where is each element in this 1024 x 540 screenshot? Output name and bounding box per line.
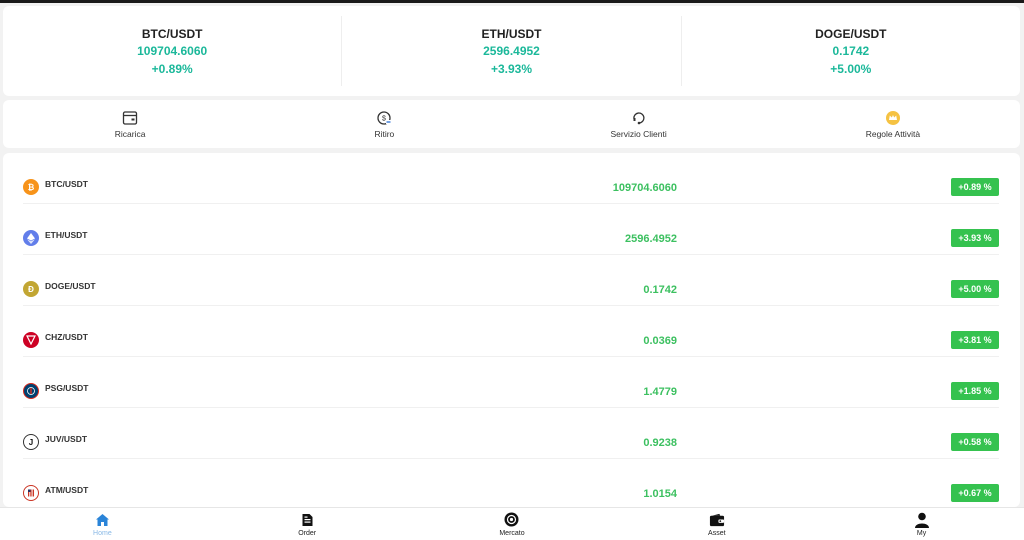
ticker-price: 0.1742 xyxy=(832,43,870,58)
svg-text:$: $ xyxy=(382,116,386,123)
change-badge[interactable]: +3.81 % xyxy=(951,331,999,349)
market-row-doge[interactable]: Ð DOGE/USDT 0.1742 +5.00 % xyxy=(23,255,999,306)
market-pair: CHZ/USDT xyxy=(45,332,88,342)
nav-order[interactable]: Order xyxy=(205,508,410,540)
market-pair: ETH/USDT xyxy=(45,230,88,240)
ticker-change: +3.93% xyxy=(490,61,533,76)
action-label: Ritiro xyxy=(374,129,395,139)
market-row-chz[interactable]: CHZ/USDT 0.0369 +3.81 % xyxy=(23,306,999,357)
support-icon xyxy=(630,109,648,127)
action-ritiro[interactable]: $ Ritiro xyxy=(257,100,511,148)
quick-actions: Ricarica $ Ritiro Servizio Clienti Regol… xyxy=(3,100,1020,148)
market-pair: JUV/USDT xyxy=(45,434,88,444)
ticker-eth[interactable]: ETH/USDT 2596.4952 +3.93% xyxy=(342,16,682,86)
dogecoin-icon: Ð xyxy=(23,281,39,297)
top-bar xyxy=(0,0,1024,3)
market-pair: DOGE/USDT xyxy=(45,281,96,291)
home-icon xyxy=(94,512,110,528)
market-price: 0.0369 xyxy=(643,335,677,347)
market-row-juv[interactable]: J JUV/USDT 0.9238 +0.58 % xyxy=(23,408,999,459)
market-pair: ATM/USDT xyxy=(45,485,89,495)
market-pair: PSG/USDT xyxy=(45,383,89,393)
action-label: Servizio Clienti xyxy=(610,129,667,139)
action-label: Ricarica xyxy=(114,129,146,139)
document-icon xyxy=(299,512,315,528)
ticker-panel: BTC/USDT 109704.6060 +0.89% ETH/USDT 259… xyxy=(3,6,1020,96)
ticker-symbol: ETH/USDT xyxy=(481,26,542,41)
market-icon xyxy=(504,512,520,528)
ticker-btc[interactable]: BTC/USDT 109704.6060 +0.89% xyxy=(3,16,343,86)
change-badge[interactable]: +3.93 % xyxy=(951,229,999,247)
change-badge[interactable]: +0.89 % xyxy=(951,178,999,196)
market-price: 0.9238 xyxy=(643,437,677,449)
market-price: 0.1742 xyxy=(643,284,677,296)
market-row-btc[interactable]: ₿ BTC/USDT 109704.6060 +0.89 % xyxy=(23,153,999,204)
nav-asset[interactable]: Asset xyxy=(614,508,819,540)
change-badge[interactable]: +0.67 % xyxy=(951,484,999,502)
market-pair: BTC/USDT xyxy=(45,179,88,189)
ethereum-icon xyxy=(23,230,39,246)
action-ricarica[interactable]: Ricarica xyxy=(3,100,257,148)
change-badge[interactable]: +1.85 % xyxy=(951,382,999,400)
market-price: 1.0154 xyxy=(643,488,677,500)
ticker-doge[interactable]: DOGE/USDT 0.1742 +5.00% xyxy=(682,16,1020,86)
market-price: 109704.6060 xyxy=(612,182,677,194)
action-servizio-clienti[interactable]: Servizio Clienti xyxy=(512,100,766,148)
nav-my[interactable]: My xyxy=(819,508,1024,540)
ticker-price: 2596.4952 xyxy=(483,43,540,58)
nav-home[interactable]: Home xyxy=(0,508,205,540)
nav-mercato[interactable]: Mercato xyxy=(410,508,615,540)
nav-label: Asset xyxy=(708,529,726,537)
ticker-symbol: BTC/USDT xyxy=(141,26,203,41)
market-row-eth[interactable]: ETH/USDT 2596.4952 +3.93 % xyxy=(23,204,999,255)
atletico-icon xyxy=(23,485,39,501)
wallet-card-icon xyxy=(121,109,139,127)
market-price: 1.4779 xyxy=(643,386,677,398)
bottom-nav: Home Order Mercato Asset My xyxy=(0,507,1024,540)
action-regole-attivita[interactable]: Regole Attività xyxy=(766,100,1020,148)
withdraw-icon: $ xyxy=(375,109,393,127)
ticker-price: 109704.6060 xyxy=(137,43,208,58)
change-badge[interactable]: +5.00 % xyxy=(951,280,999,298)
nav-label: My xyxy=(916,529,927,537)
nav-label: Mercato xyxy=(499,529,525,537)
juventus-icon: J xyxy=(23,434,39,450)
market-list: ₿ BTC/USDT 109704.6060 +0.89 % ETH/USDT … xyxy=(3,153,1020,507)
change-badge[interactable]: +0.58 % xyxy=(951,433,999,451)
market-row-psg[interactable]: PSG/USDT 1.4779 +1.85 % xyxy=(23,357,999,408)
ticker-change: +0.89% xyxy=(151,61,193,76)
bitcoin-icon: ₿ xyxy=(23,179,39,195)
crown-icon xyxy=(884,109,902,127)
wallet-icon xyxy=(709,512,725,528)
action-label: Regole Attività xyxy=(865,129,921,139)
market-row-atm[interactable]: ATM/USDT 1.0154 +0.67 % xyxy=(23,459,999,507)
user-icon xyxy=(914,512,930,528)
nav-label: Home xyxy=(93,529,112,537)
chiliz-icon xyxy=(23,332,39,348)
ticker-change: +5.00% xyxy=(830,61,872,76)
nav-label: Order xyxy=(298,529,317,537)
psg-icon xyxy=(23,383,39,399)
market-price: 2596.4952 xyxy=(625,233,677,245)
ticker-symbol: DOGE/USDT xyxy=(815,26,887,41)
